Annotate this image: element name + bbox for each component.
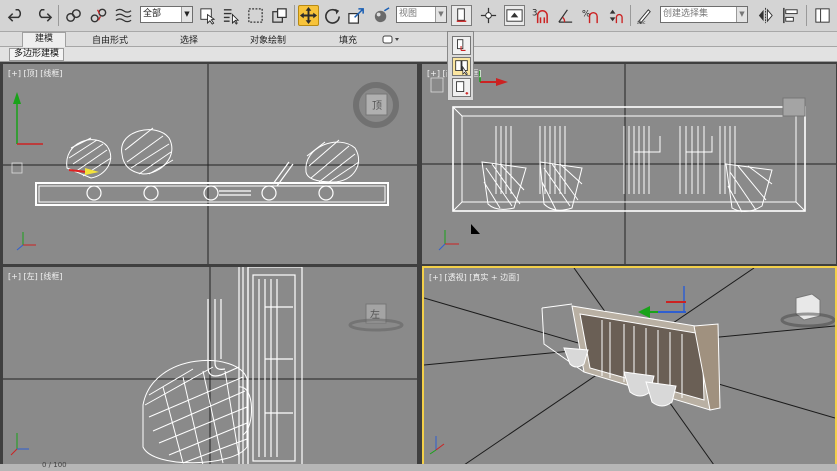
tab-populate[interactable]: 填充 xyxy=(339,33,357,46)
main-toolbar: 全部 ▼ 视图 ▼ 3 % abc 创建选择集 ▼ xyxy=(0,0,837,32)
percent-snap-icon[interactable]: % xyxy=(580,5,601,26)
named-selection-value: 创建选择集 xyxy=(663,9,709,19)
chevron-down-icon: ▼ xyxy=(181,7,192,22)
selection-filter-dropdown[interactable]: 全部 ▼ xyxy=(140,6,193,23)
undo-icon[interactable] xyxy=(6,5,27,26)
ribbon-toggle-button[interactable] xyxy=(382,34,402,45)
angle-snap-icon[interactable] xyxy=(555,5,576,26)
selection-center-icon[interactable] xyxy=(452,57,471,76)
manipulate-icon[interactable] xyxy=(478,5,499,26)
tab-selection[interactable]: 选择 xyxy=(180,33,198,46)
select-rotate-icon[interactable] xyxy=(322,5,343,26)
viewport-top-label[interactable]: [+] [顶] [线框] xyxy=(8,68,63,79)
ribbon-panel-bar: 多边形建模 xyxy=(0,47,837,62)
select-object-icon[interactable] xyxy=(197,5,218,26)
reference-coord-dropdown[interactable]: 视图 ▼ xyxy=(396,6,447,23)
viewport-perspective[interactable]: [+] [透视] [真实 + 边面] xyxy=(422,266,837,467)
tab-freeform[interactable]: 自由形式 xyxy=(92,33,128,46)
ribbon: 建模 自由形式 选择 对象绘制 填充 xyxy=(0,32,837,47)
window-crossing-icon[interactable] xyxy=(269,5,290,26)
snaps-toggle-label: 3 xyxy=(532,9,537,19)
pivot-center-icon[interactable] xyxy=(451,5,472,26)
tab-object-paint[interactable]: 对象绘制 xyxy=(250,33,286,46)
pivot-point-center-icon[interactable] xyxy=(452,36,471,55)
reference-coord-value: 视图 xyxy=(399,9,418,19)
tab-polygon-modeling[interactable]: 多边形建模 xyxy=(9,48,65,61)
select-scale-icon[interactable] xyxy=(346,5,367,26)
viewport-front[interactable]: [+] [前] [线框] xyxy=(422,64,836,264)
svg-text:abc: abc xyxy=(637,20,646,25)
chevron-down-icon: ▼ xyxy=(736,7,747,22)
edit-named-selection-icon[interactable]: abc xyxy=(634,5,655,26)
transform-coord-center-icon[interactable] xyxy=(452,78,471,97)
viewport-area: [+] [顶] [线框] 顶 [+] [+] [左] [线框] 左 [+] [透… xyxy=(0,62,837,471)
redo-icon[interactable] xyxy=(33,5,54,26)
select-by-name-icon[interactable] xyxy=(221,5,242,26)
chevron-down-icon: ▼ xyxy=(435,7,446,22)
rect-region-icon[interactable] xyxy=(245,5,266,26)
use-pivot-icon[interactable] xyxy=(371,5,392,26)
pivot-flyout xyxy=(447,31,474,101)
viewport-top[interactable]: [+] [顶] [线框] 顶 xyxy=(3,64,417,264)
align-icon[interactable] xyxy=(780,5,801,26)
selection-filter-value: 全部 xyxy=(143,9,162,19)
keyboard-shortcut-icon[interactable] xyxy=(504,5,525,26)
viewport-left[interactable]: [+] [左] [线框] 左 xyxy=(3,267,417,467)
mirror-icon[interactable] xyxy=(755,5,776,26)
named-selection-dropdown[interactable]: 创建选择集 ▼ xyxy=(660,6,748,23)
top-view-scene: 顶 xyxy=(3,64,417,264)
bind-space-warp-icon[interactable] xyxy=(113,5,134,26)
left-view-scene: 左 xyxy=(3,267,417,467)
time-slider[interactable]: 0 / 100 xyxy=(0,461,837,471)
perspective-view-scene xyxy=(424,268,835,465)
viewport-left-label[interactable]: [+] [左] [线框] xyxy=(8,271,63,282)
viewport-perspective-label[interactable]: [+] [透视] [真实 + 边面] xyxy=(429,272,519,283)
spinner-snap-icon[interactable] xyxy=(604,5,625,26)
select-move-icon[interactable] xyxy=(298,5,319,26)
front-view-scene xyxy=(422,64,836,264)
unlink-icon[interactable] xyxy=(88,5,109,26)
tab-modeling[interactable]: 建模 xyxy=(22,32,67,47)
layer-manager-icon[interactable] xyxy=(812,5,833,26)
viewcube-top-face[interactable]: 顶 xyxy=(372,100,382,112)
snaps-toggle-icon[interactable]: 3 xyxy=(530,5,551,26)
link-icon[interactable] xyxy=(63,5,84,26)
time-slider-label: 0 / 100 xyxy=(42,461,67,469)
